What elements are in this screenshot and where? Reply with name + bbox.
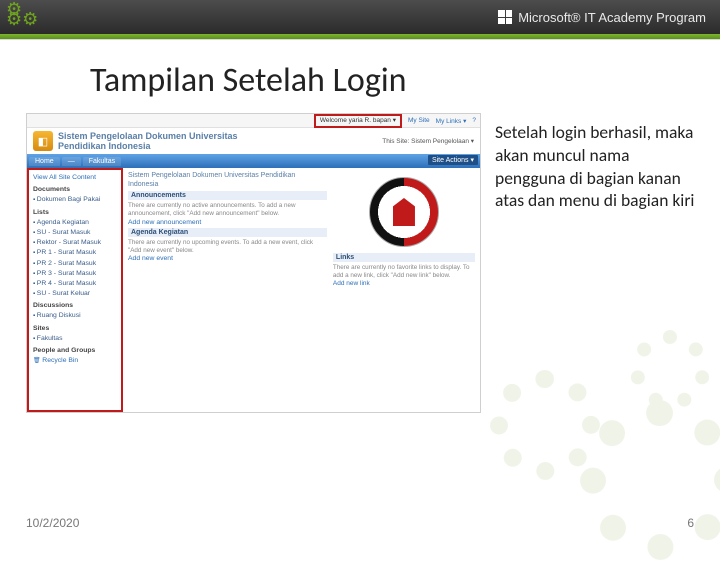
add-event-link[interactable]: Add new event [128,255,327,262]
corner-gears-icon: ⚙⚙⚙ [6,4,38,24]
site-search-scope[interactable]: This Site: Sistem Pengelolaan ▾ [382,137,474,145]
nav-site-item[interactable]: Fakultas [33,334,117,344]
nav-list-item[interactable]: Rektor - Surat Masuk [33,238,117,248]
nav-hdr-documents: Documents [33,185,117,195]
upi-logo-icon [369,177,439,247]
view-all-link[interactable]: View All Site Content [33,173,117,183]
nav-list-item[interactable]: SU - Surat Keluar [33,289,117,299]
nav-list-item[interactable]: PR 2 - Surat Masuk [33,259,117,269]
slide-description: Setelah login berhasil, maka akan muncul… [495,113,696,413]
slide-date: 10/2/2020 [26,516,79,530]
welcome-user[interactable]: Welcome yaria R. bapan ▾ [314,114,402,128]
nav-list-item[interactable]: PR 3 - Surat Masuk [33,269,117,279]
nav-discussion-item[interactable]: Ruang Diskusi [33,311,117,321]
site-name[interactable]: Sistem Pengelolaan Dokumen Universitas P… [58,131,268,151]
ss-topbar: Welcome yaria R. bapan ▾ My Site My Link… [27,114,480,128]
tab-fakultas[interactable]: Fakultas [83,157,121,166]
agenda-header: Agenda Kegiatan [128,228,327,237]
announcements-header: Announcements [128,191,327,200]
site-logo-icon: ◧ [33,131,53,151]
links-empty-text: There are currently no favorite links to… [333,264,475,280]
help-icon[interactable]: ? [472,117,476,124]
tab-2[interactable]: — [62,157,81,166]
sharepoint-screenshot: Welcome yaria R. bapan ▾ My Site My Link… [26,113,481,413]
nav-list-item[interactable]: SU - Surat Masuk [33,228,117,238]
program-header: Microsoft® IT Academy Program [0,0,720,34]
program-name: Microsoft® IT Academy Program [518,10,706,25]
recycle-bin-link[interactable]: Recycle Bin [33,356,117,366]
mysite-link[interactable]: My Site [408,117,430,124]
page-heading: Sistem Pengelolaan Dokumen Universitas P… [128,171,327,189]
links-header: Links [333,253,475,262]
announcements-empty-text: There are currently no active announceme… [128,202,327,218]
nav-list-item[interactable]: Agenda Kegiatan [33,218,117,228]
slide-footer: 10/2/2020 6 [26,516,694,530]
add-link-link[interactable]: Add new link [333,280,475,287]
site-actions-menu[interactable]: Site Actions ▾ [428,155,478,165]
nav-tabs: Home — Fakultas Site Actions ▾ [27,154,480,168]
tab-home[interactable]: Home [29,157,60,166]
agenda-empty-text: There are currently no upcoming events. … [128,239,327,255]
nav-hdr-discussions: Discussions [33,301,117,311]
add-announcement-link[interactable]: Add new announcement [128,219,327,226]
nav-doc-item[interactable]: Dokumen Bagi Pakai [33,195,117,205]
nav-hdr-people[interactable]: People and Groups [33,346,117,356]
slide-title: Tampilan Setelah Login [0,40,720,113]
site-title-row: ◧ Sistem Pengelolaan Dokumen Universitas… [27,128,480,154]
nav-list-item[interactable]: PR 1 - Surat Masuk [33,248,117,258]
microsoft-logo-icon [498,10,512,24]
nav-hdr-lists: Lists [33,208,117,218]
mylinks-link[interactable]: My Links ▾ [436,117,467,125]
slide-page-number: 6 [687,516,694,530]
nav-list-item[interactable]: PR 4 - Surat Masuk [33,279,117,289]
left-nav: View All Site Content Documents Dokumen … [27,168,123,412]
nav-hdr-sites: Sites [33,324,117,334]
